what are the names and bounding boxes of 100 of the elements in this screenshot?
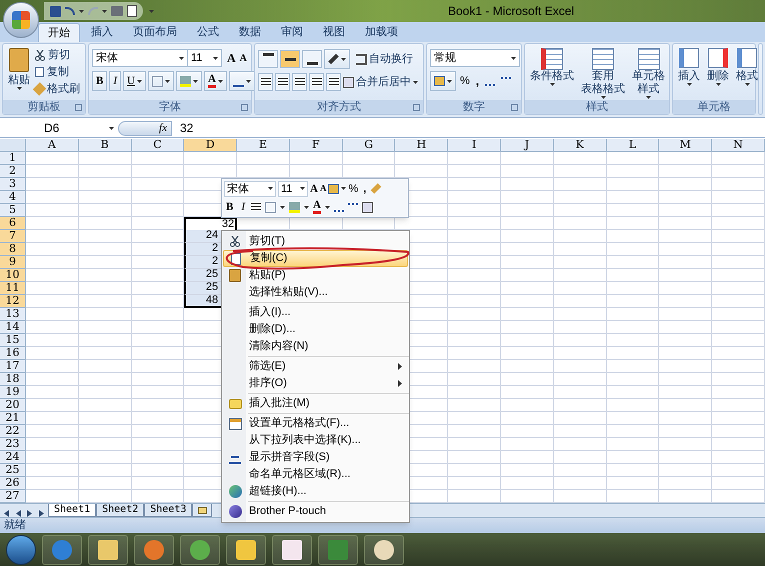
undo-icon[interactable] bbox=[65, 7, 75, 15]
shrink-font-button[interactable]: A bbox=[238, 50, 249, 66]
row-header[interactable]: 17 bbox=[0, 360, 26, 373]
vertical-align-button[interactable] bbox=[302, 50, 322, 68]
column-header[interactable]: E bbox=[237, 139, 290, 152]
comma-button[interactable]: , bbox=[474, 72, 482, 90]
ribbon-tab[interactable]: 数据 bbox=[230, 23, 270, 42]
format-painter-button[interactable]: 格式刷 bbox=[35, 81, 80, 97]
row-header[interactable]: 27 bbox=[0, 490, 26, 503]
grow-font-button[interactable]: A bbox=[225, 49, 238, 67]
menu-item[interactable]: 设置单元格格式(F)... bbox=[223, 415, 408, 432]
wrap-text-button[interactable]: 自动换行 bbox=[356, 50, 413, 68]
taskbar-button[interactable] bbox=[364, 534, 404, 564]
italic-button[interactable]: I bbox=[109, 71, 122, 91]
row-header[interactable]: 5 bbox=[0, 204, 26, 217]
row-header[interactable]: 12 bbox=[0, 295, 26, 308]
previous-sheet-icon[interactable] bbox=[15, 510, 21, 517]
row-header[interactable]: 15 bbox=[0, 334, 26, 347]
styles-button[interactable]: 条件格式 bbox=[528, 47, 576, 100]
align-button[interactable] bbox=[309, 73, 324, 91]
copy-button[interactable]: 复制 bbox=[35, 64, 80, 80]
menu-item[interactable]: 显示拼音字段(S) bbox=[223, 449, 408, 466]
fill-color-button[interactable] bbox=[176, 71, 202, 91]
row-header[interactable]: 18 bbox=[0, 373, 26, 386]
menu-item[interactable]: Brother P-touch bbox=[223, 503, 408, 520]
start-button[interactable] bbox=[6, 534, 36, 564]
cells-button[interactable]: 插入 bbox=[676, 47, 702, 100]
row-header[interactable]: 23 bbox=[0, 438, 26, 451]
row-header[interactable]: 9 bbox=[0, 256, 26, 269]
bold-button[interactable]: B bbox=[224, 199, 236, 216]
taskbar-button[interactable] bbox=[226, 534, 266, 564]
font-color-button[interactable]: A bbox=[204, 71, 227, 91]
vertical-align-button[interactable] bbox=[258, 50, 278, 68]
column-header[interactable]: N bbox=[712, 139, 765, 152]
phonetic-button[interactable] bbox=[228, 71, 255, 91]
orientation-button[interactable] bbox=[324, 49, 350, 69]
merge-center-button[interactable]: 合并后居中 bbox=[343, 74, 418, 90]
row-header[interactable]: 26 bbox=[0, 477, 26, 490]
ribbon-tab[interactable]: 开始 bbox=[38, 23, 80, 42]
taskbar-button[interactable] bbox=[272, 534, 312, 564]
next-sheet-icon[interactable] bbox=[27, 510, 33, 517]
underline-button[interactable]: U bbox=[123, 71, 146, 91]
row-header[interactable]: 8 bbox=[0, 243, 26, 256]
row-header[interactable]: 20 bbox=[0, 399, 26, 412]
insert-function-button[interactable]: fx bbox=[159, 120, 167, 136]
menu-item[interactable]: 命名单元格区域(R)... bbox=[223, 466, 408, 483]
font-name-field[interactable]: 宋体 bbox=[224, 180, 276, 197]
sheet-tab[interactable]: Sheet3 bbox=[144, 504, 192, 517]
row-header[interactable]: 3 bbox=[0, 178, 26, 191]
cells-button[interactable]: 格式 bbox=[734, 47, 760, 100]
row-header[interactable]: 1 bbox=[0, 152, 26, 165]
menu-item[interactable]: 粘贴(P) bbox=[223, 267, 408, 284]
cells-button[interactable]: 删除 bbox=[705, 47, 731, 100]
column-header[interactable]: F bbox=[290, 139, 343, 152]
row-header[interactable]: 25 bbox=[0, 464, 26, 477]
grow-font-button[interactable]: A bbox=[310, 180, 318, 197]
menu-item[interactable]: 删除(D)... bbox=[223, 321, 408, 338]
menu-item[interactable]: 从下拉列表中选择(K)... bbox=[223, 432, 408, 449]
sheet-tab[interactable]: Sheet2 bbox=[96, 504, 144, 517]
insert-sheet-button[interactable] bbox=[192, 504, 212, 517]
row-header[interactable]: 14 bbox=[0, 321, 26, 334]
column-header[interactable]: D bbox=[184, 139, 238, 152]
column-header[interactable]: J bbox=[501, 139, 554, 152]
styles-button[interactable]: 单元格 样式 bbox=[630, 47, 667, 100]
sheet-tab[interactable]: Sheet1 bbox=[48, 504, 96, 517]
first-sheet-icon[interactable] bbox=[3, 510, 9, 517]
ribbon-tab[interactable]: 加载项 bbox=[356, 23, 407, 42]
menu-item[interactable]: 筛选(E) bbox=[223, 358, 408, 375]
row-header[interactable]: 16 bbox=[0, 347, 26, 360]
row-header[interactable]: 2 bbox=[0, 165, 26, 178]
borders-button[interactable] bbox=[148, 71, 174, 91]
vertical-align-button[interactable] bbox=[280, 50, 300, 68]
row-header[interactable]: 11 bbox=[0, 282, 26, 295]
column-header[interactable]: B bbox=[78, 139, 132, 152]
font-color-button[interactable]: A bbox=[313, 200, 321, 214]
cut-button[interactable]: 剪切 bbox=[35, 47, 80, 63]
italic-button[interactable]: I bbox=[239, 199, 248, 216]
border-icon[interactable] bbox=[265, 202, 276, 213]
menu-item[interactable]: 超链接(H)... bbox=[223, 483, 408, 500]
row-header[interactable]: 4 bbox=[0, 191, 26, 204]
ribbon-tab[interactable]: 页面布局 bbox=[124, 23, 186, 42]
column-header[interactable]: I bbox=[448, 139, 502, 152]
column-header[interactable]: G bbox=[342, 139, 396, 152]
column-header[interactable]: L bbox=[606, 139, 660, 152]
ribbon-tab[interactable]: 插入 bbox=[82, 23, 122, 42]
ribbon-tab[interactable]: 审阅 bbox=[272, 23, 312, 42]
percent-button[interactable]: % bbox=[348, 180, 358, 197]
menu-item[interactable]: 插入(I)... bbox=[223, 304, 408, 321]
row-header[interactable]: 19 bbox=[0, 386, 26, 399]
currency-button[interactable] bbox=[430, 71, 456, 91]
ribbon-tab[interactable]: 公式 bbox=[188, 23, 228, 42]
column-header[interactable]: A bbox=[26, 139, 79, 152]
row-header[interactable]: 6 bbox=[0, 217, 26, 230]
row-header[interactable]: 22 bbox=[0, 425, 26, 438]
column-header[interactable]: C bbox=[132, 139, 184, 152]
taskbar-button[interactable] bbox=[88, 534, 128, 564]
shrink-font-button[interactable]: A bbox=[320, 182, 326, 196]
menu-item[interactable]: 清除内容(N) bbox=[223, 338, 408, 355]
comma-button[interactable]: , bbox=[360, 180, 370, 197]
font-name-field[interactable]: 宋体 bbox=[92, 49, 188, 67]
